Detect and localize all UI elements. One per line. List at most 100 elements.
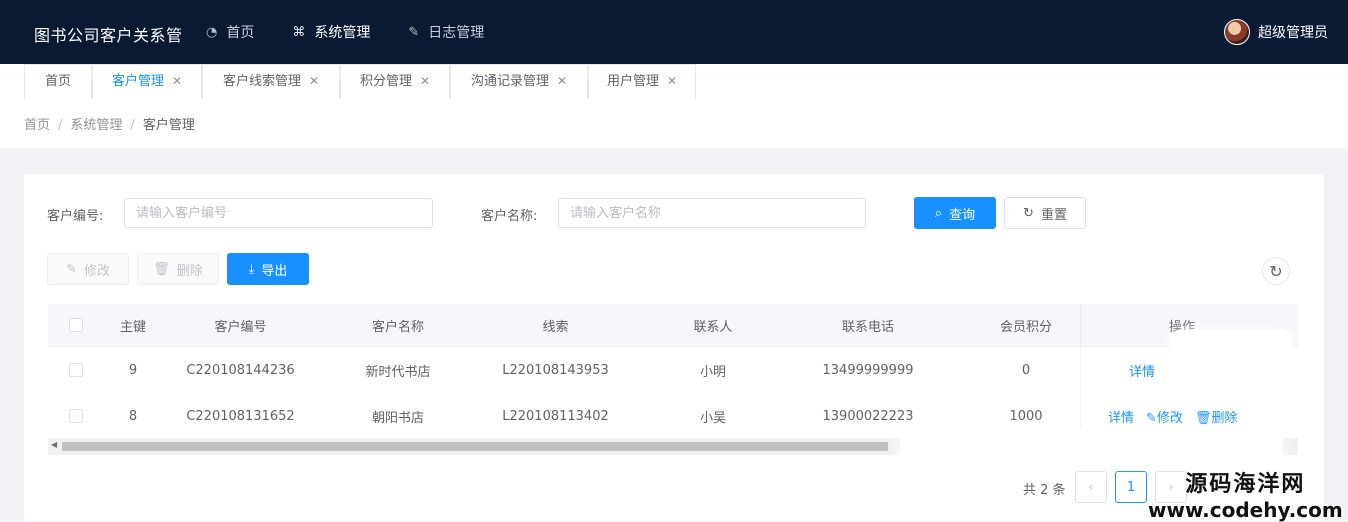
breadcrumb: 首页 / 系统管理 / 客户管理	[24, 118, 195, 133]
app-title: 图书公司客户关系管	[34, 26, 183, 45]
download-icon: ⤓	[248, 261, 255, 277]
edit-link-label: 修改	[1156, 410, 1183, 426]
breadcrumb-home[interactable]: 首页	[24, 118, 50, 133]
header-name: 客户名称	[371, 319, 424, 335]
top-nav: ◔ 首页 ⌘ 系统管理 ✎ 日志管理	[206, 0, 522, 64]
prev-page-button[interactable]: ‹	[1075, 471, 1107, 503]
pagination-total: 共 2 条	[1023, 483, 1066, 498]
customer-code-label: 客户编号:	[47, 209, 104, 224]
trash-icon: 🗑︎	[153, 261, 170, 277]
edit-icon: ✎	[408, 24, 420, 40]
edit-icon: ✎	[66, 261, 77, 277]
dashboard-icon: ◔	[206, 24, 218, 40]
customer-code-input[interactable]	[124, 198, 433, 228]
header-code: 客户编号	[214, 319, 267, 335]
breadcrumb-bar	[0, 100, 1348, 148]
table-row: 9 C220108144236 新时代书店 L220108143953 小明 1…	[48, 347, 1298, 394]
watermark-line1: 源码海洋网	[1185, 472, 1306, 497]
close-icon[interactable]: ✕	[420, 74, 430, 88]
delete-link[interactable]: 🗑︎删除	[1195, 407, 1238, 426]
tab-lead-label: 客户线索管理	[222, 74, 301, 89]
cell-id: 9	[128, 362, 138, 378]
row-checkbox[interactable]	[68, 393, 84, 439]
tab-bar: 首页 客户管理 ✕ 客户线索管理 ✕ 积分管理 ✕ 沟通记录管理 ✕ 用户管理 ✕	[0, 64, 1348, 101]
edit-button-label: 修改	[83, 263, 110, 279]
cell-contact: 小明	[699, 364, 726, 380]
watermark-line2: www.codehy.com	[1148, 498, 1343, 522]
header-lead: 线索	[542, 319, 569, 335]
breadcrumb-current: 客户管理	[142, 118, 195, 133]
reset-button[interactable]: ↻ 重置	[1004, 197, 1086, 229]
blurred-overlay	[900, 428, 1282, 464]
query-button[interactable]: ⌕ 查询	[914, 197, 996, 229]
tab-home[interactable]: 首页	[24, 64, 92, 99]
cell-lead: L220108113402	[502, 408, 609, 424]
user-menu[interactable]: 超级管理员	[1224, 19, 1328, 45]
cell-phone: 13499999999	[822, 362, 914, 378]
refresh-icon[interactable]: ↻	[1262, 257, 1290, 285]
cell-name: 新时代书店	[365, 364, 431, 380]
export-button-label: 导出	[261, 263, 288, 279]
delete-button[interactable]: 🗑︎ 删除	[137, 253, 219, 285]
chevron-left-icon: ‹	[1088, 479, 1094, 495]
query-button-label: 查询	[949, 207, 976, 223]
customer-name-label: 客户名称:	[481, 209, 538, 224]
close-icon[interactable]: ✕	[172, 74, 182, 88]
detail-link[interactable]: 详情	[1108, 407, 1134, 426]
tab-customer-label: 客户管理	[111, 74, 164, 89]
search-icon: ⌕	[934, 205, 943, 221]
tab-communication[interactable]: 沟通记录管理 ✕	[450, 64, 588, 99]
fixed-column-shadow	[1080, 304, 1082, 434]
topnav-system[interactable]: ⌘ 系统管理	[292, 22, 370, 42]
topnav-log-label: 日志管理	[428, 25, 485, 41]
close-icon[interactable]: ✕	[309, 74, 319, 88]
reset-button-label: 重置	[1040, 207, 1067, 223]
grid-icon: ⌘	[292, 24, 306, 40]
topnav-system-label: 系统管理	[314, 25, 371, 41]
cell-contact: 小吴	[699, 410, 726, 426]
reset-icon: ↻	[1023, 205, 1034, 221]
cell-name: 朝阳书店	[371, 410, 424, 426]
avatar	[1224, 19, 1250, 45]
tab-lead[interactable]: 客户线索管理 ✕	[202, 64, 340, 99]
tab-customer[interactable]: 客户管理 ✕	[92, 64, 202, 99]
tab-points-label: 积分管理	[359, 74, 412, 89]
user-name: 超级管理员	[1258, 25, 1328, 41]
close-icon[interactable]: ✕	[557, 74, 567, 88]
topnav-home-label: 首页	[226, 25, 255, 41]
topnav-log[interactable]: ✎ 日志管理	[408, 22, 484, 42]
watermark: 源码海洋网 www.codehy.com	[1148, 466, 1343, 522]
cell-points: 0	[1021, 362, 1031, 378]
topnav-home[interactable]: ◔ 首页	[206, 22, 254, 42]
select-all-checkbox[interactable]	[68, 304, 84, 346]
table-header: 主键 客户编号 客户名称 线索 联系人 联系电话 会员积分 操作	[48, 304, 1298, 347]
breadcrumb-system[interactable]: 系统管理	[70, 118, 122, 133]
cell-id: 8	[128, 408, 138, 424]
tab-user[interactable]: 用户管理 ✕	[588, 64, 696, 99]
tab-communication-label: 沟通记录管理	[470, 74, 549, 89]
trash-icon: 🗑︎	[1194, 410, 1212, 426]
header-id: 主键	[119, 319, 146, 335]
detail-link[interactable]: 详情	[1129, 361, 1155, 380]
scroll-left-icon[interactable]: ◀	[51, 440, 57, 449]
customer-name-input[interactable]	[558, 198, 866, 228]
row-checkbox[interactable]	[68, 347, 84, 393]
tab-points[interactable]: 积分管理 ✕	[340, 64, 450, 99]
close-icon[interactable]: ✕	[667, 74, 677, 88]
cell-code: C220108144236	[186, 362, 295, 378]
delete-link-label: 删除	[1211, 410, 1238, 426]
header-contact: 联系人	[693, 319, 733, 335]
export-button[interactable]: ⤓ 导出	[227, 253, 309, 285]
blurred-overlay	[1170, 330, 1292, 396]
tab-home-label: 首页	[44, 74, 71, 89]
header-phone: 联系电话	[841, 319, 894, 335]
edit-button[interactable]: ✎ 修改	[47, 253, 129, 285]
cell-code: C220108131652	[186, 408, 295, 424]
scroll-thumb[interactable]	[62, 442, 888, 451]
page-button[interactable]: 1	[1115, 471, 1147, 503]
edit-link[interactable]: ✎修改	[1146, 407, 1183, 426]
edit-icon: ✎	[1146, 410, 1157, 426]
delete-button-label: 删除	[176, 263, 203, 279]
top-navbar: 图书公司客户关系管 ◔ 首页 ⌘ 系统管理 ✎ 日志管理 超级管理员	[0, 0, 1348, 64]
cell-lead: L220108143953	[502, 362, 609, 378]
